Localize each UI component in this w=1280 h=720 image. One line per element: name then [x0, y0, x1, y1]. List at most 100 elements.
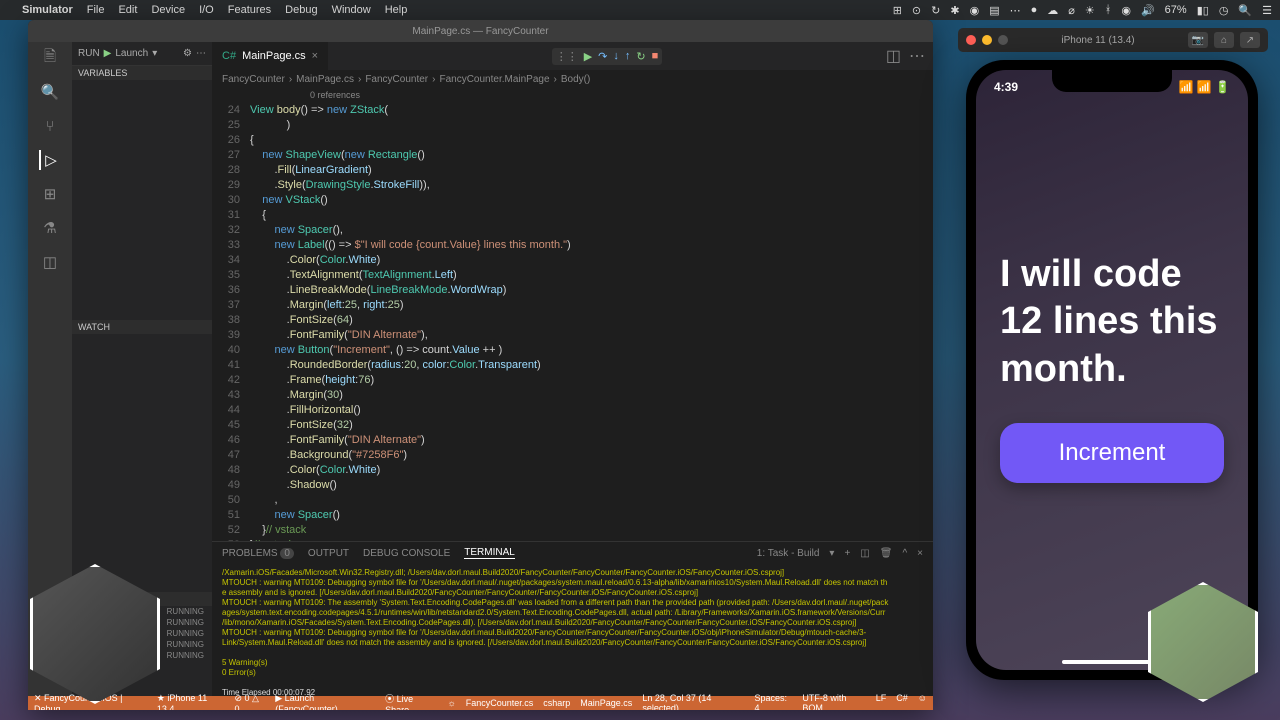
- test-icon[interactable]: ⚗: [40, 218, 60, 238]
- rotate-icon[interactable]: ↗: [1240, 32, 1260, 48]
- terminal-output[interactable]: /Xamarin.iOS/Facades/Microsoft.Win32.Reg…: [212, 564, 933, 696]
- status-item[interactable]: MainPage.cs: [580, 698, 632, 708]
- bluetooth-icon[interactable]: ᚼ: [1105, 4, 1112, 16]
- ellipsis-icon[interactable]: ⋯: [196, 48, 206, 59]
- clock-icon[interactable]: ◷: [1219, 4, 1229, 17]
- status-icon[interactable]: ↻: [931, 4, 940, 17]
- search-icon[interactable]: 🔍: [40, 82, 60, 102]
- wifi-icon[interactable]: ◉: [1121, 4, 1131, 17]
- menubar-app-name[interactable]: Simulator: [22, 4, 73, 16]
- run-config[interactable]: Launch: [115, 48, 148, 59]
- status-icon[interactable]: ⊞: [893, 4, 902, 17]
- start-debug-icon[interactable]: ▶: [104, 48, 112, 59]
- extensions-icon[interactable]: ⊞: [40, 184, 60, 204]
- tab-output[interactable]: OUTPUT: [308, 548, 349, 559]
- menu-window[interactable]: Window: [332, 4, 371, 16]
- simulator-title: iPhone 11 (13.4): [1061, 35, 1134, 46]
- continue-icon[interactable]: ▶: [584, 50, 592, 63]
- status-item[interactable]: csharp: [543, 698, 570, 708]
- status-icon[interactable]: ⌀: [1068, 4, 1075, 17]
- maximize-icon[interactable]: ^: [902, 548, 907, 559]
- counter-label: I will code 12 lines this month.: [1000, 251, 1224, 394]
- tab-terminal[interactable]: TERMINAL: [464, 547, 515, 559]
- status-icon[interactable]: ☀: [1085, 4, 1095, 17]
- menu-file[interactable]: File: [87, 4, 105, 16]
- tab-problems[interactable]: PROBLEMS 0: [222, 548, 294, 559]
- menu-debug[interactable]: Debug: [285, 4, 317, 16]
- menu-features[interactable]: Features: [228, 4, 271, 16]
- drag-handle-icon[interactable]: ⋮⋮: [556, 50, 578, 63]
- stop-icon[interactable]: ■: [652, 50, 659, 63]
- status-cursor[interactable]: Ln 28, Col 37 (14 selected): [642, 693, 744, 710]
- tab-mainpage[interactable]: C# MainPage.cs ×: [212, 42, 328, 70]
- home-indicator[interactable]: [1062, 660, 1162, 664]
- status-encoding[interactable]: UTF-8 with BOM: [802, 693, 865, 710]
- status-lang[interactable]: C#: [896, 693, 908, 710]
- home-icon[interactable]: ⌂: [1214, 32, 1234, 48]
- restart-icon[interactable]: ↻: [636, 50, 645, 63]
- codelens-references[interactable]: 0 references: [250, 88, 933, 103]
- new-terminal-icon[interactable]: +: [844, 548, 850, 559]
- macos-menubar: Simulator File Edit Device I/O Features …: [0, 0, 1280, 20]
- status-icon[interactable]: ▤: [989, 4, 999, 17]
- close-icon[interactable]: ×: [312, 50, 318, 62]
- panel-tabs: PROBLEMS 0 OUTPUT DEBUG CONSOLE TERMINAL…: [212, 542, 933, 564]
- terminal-panel: PROBLEMS 0 OUTPUT DEBUG CONSOLE TERMINAL…: [212, 541, 933, 696]
- status-device[interactable]: ★ iPhone 11 13.4: [157, 693, 225, 711]
- step-out-icon[interactable]: ↑: [625, 50, 631, 63]
- status-icon[interactable]: ✱: [950, 4, 959, 17]
- editor-tabs: C# MainPage.cs × ⋮⋮ ▶ ↷ ↓ ↑ ↻ ■ ◫ ⋯: [212, 42, 933, 70]
- zoom-window-icon[interactable]: [998, 35, 1008, 45]
- menu-io[interactable]: I/O: [199, 4, 214, 16]
- tab-debug-console[interactable]: DEBUG CONSOLE: [363, 548, 450, 559]
- close-window-icon[interactable]: [966, 35, 976, 45]
- menu-help[interactable]: Help: [385, 4, 408, 16]
- increment-button[interactable]: Increment: [1000, 423, 1224, 483]
- status-feedback[interactable]: ☺: [918, 693, 927, 710]
- control-center-icon[interactable]: ☰: [1262, 4, 1272, 17]
- status-icon[interactable]: ◉: [970, 4, 980, 17]
- status-eol[interactable]: LF: [876, 693, 887, 710]
- status-liveshare[interactable]: ⦿ Live Share: [385, 692, 437, 711]
- status-icon[interactable]: ⊙: [912, 4, 921, 17]
- step-into-icon[interactable]: ↓: [613, 50, 619, 63]
- debug-icon[interactable]: ▷: [39, 150, 59, 170]
- status-bar: ✕ FancyCounter.iOS | Debug ★ iPhone 11 1…: [28, 696, 933, 710]
- split-terminal-icon[interactable]: ◫: [860, 548, 869, 559]
- screenshot-icon[interactable]: 📷: [1188, 32, 1208, 48]
- menu-device[interactable]: Device: [151, 4, 185, 16]
- status-indent[interactable]: Spaces: 4: [755, 693, 793, 710]
- section-watch[interactable]: WATCH: [72, 320, 212, 334]
- chevron-down-icon[interactable]: ▾: [152, 48, 157, 59]
- status-icon[interactable]: ⋯: [1010, 4, 1021, 17]
- status-icon[interactable]: ☁: [1047, 4, 1058, 17]
- chevron-down-icon[interactable]: ▾: [829, 548, 834, 559]
- close-panel-icon[interactable]: ×: [917, 548, 923, 559]
- more-icon[interactable]: ⋯: [909, 46, 925, 66]
- scm-icon[interactable]: ⑂: [40, 116, 60, 136]
- step-over-icon[interactable]: ↷: [598, 50, 607, 63]
- search-icon[interactable]: 🔍: [1238, 4, 1252, 17]
- terminal-shell-select[interactable]: 1: Task - Build: [757, 548, 820, 559]
- menu-edit[interactable]: Edit: [118, 4, 137, 16]
- phone-notch: [1052, 70, 1172, 92]
- db-icon[interactable]: ◫: [40, 252, 60, 272]
- status-icon[interactable]: ●: [1031, 4, 1038, 16]
- vscode-titlebar: MainPage.cs — FancyCounter: [28, 20, 933, 42]
- battery-icon: ▮▯: [1197, 4, 1209, 17]
- split-editor-icon[interactable]: ◫: [886, 46, 901, 66]
- simulator-window-chrome: iPhone 11 (13.4) 📷 ⌂ ↗: [958, 28, 1268, 52]
- trash-icon[interactable]: 🗑: [880, 548, 893, 559]
- section-variables[interactable]: VARIABLES: [72, 66, 212, 80]
- minimize-window-icon[interactable]: [982, 35, 992, 45]
- status-launch[interactable]: ▶ Launch (FancyCounter): [275, 693, 375, 711]
- window-title: MainPage.cs — FancyCounter: [412, 26, 548, 37]
- breadcrumb[interactable]: FancyCounter › MainPage.cs › FancyCounte…: [212, 70, 933, 88]
- gear-icon[interactable]: ⚙: [183, 48, 192, 59]
- code-editor[interactable]: 2425262728293031323334353637383940414243…: [212, 88, 933, 541]
- explorer-icon[interactable]: 🗎: [40, 48, 60, 68]
- status-item[interactable]: FancyCounter.cs: [466, 698, 534, 708]
- status-item[interactable]: ☼: [447, 698, 455, 708]
- volume-icon[interactable]: 🔊: [1141, 4, 1155, 17]
- status-problems[interactable]: ⊘ 0 △ 0: [234, 693, 265, 711]
